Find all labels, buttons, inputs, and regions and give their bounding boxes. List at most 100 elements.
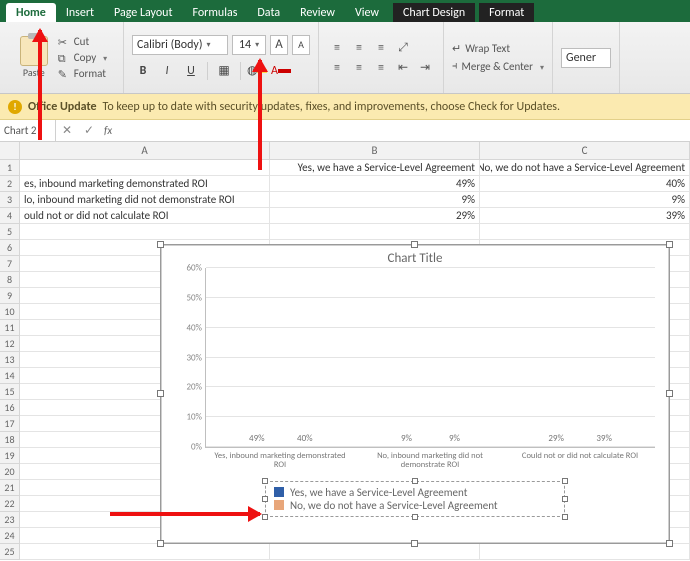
cell[interactable]: 29% [270,208,480,224]
name-box[interactable]: Chart 2 [0,120,56,141]
row-header[interactable]: 8 [0,272,20,288]
cell[interactable]: Yes, we have a Service-Level Agreement [270,160,480,176]
row-header[interactable]: 14 [0,368,20,384]
row-header[interactable]: 5 [0,224,20,240]
row-header[interactable]: 23 [0,512,20,528]
tab-formulas[interactable]: Formulas [182,3,247,22]
tab-insert[interactable]: Insert [56,3,104,22]
row-header[interactable]: 18 [0,432,20,448]
col-header-a[interactable]: A [20,142,270,160]
increase-indent-button[interactable]: ⇥ [415,59,435,77]
row-header[interactable]: 17 [0,416,20,432]
merge-center-button[interactable]: ⫞Merge & Center [452,59,544,73]
align-left-button[interactable]: ≡ [327,59,347,77]
cell[interactable]: 9% [270,192,480,208]
col-header-c[interactable]: C [480,142,690,160]
cut-button[interactable]: ✂Cut [56,34,109,49]
align-bottom-button[interactable]: ≡ [371,39,391,57]
row-header[interactable]: 22 [0,496,20,512]
format-painter-button[interactable]: ✎Format [56,66,109,81]
tab-home[interactable]: Home [6,3,56,22]
row-header[interactable]: 10 [0,304,20,320]
cell[interactable] [270,544,480,560]
resize-handle[interactable] [262,496,268,502]
fx-label[interactable]: fx [100,124,116,137]
resize-handle[interactable] [562,478,568,484]
cell[interactable] [20,160,270,176]
resize-handle[interactable] [412,478,418,484]
cell[interactable] [480,544,690,560]
tab-review[interactable]: Review [290,3,345,22]
row-header[interactable]: 6 [0,240,20,256]
col-header-b[interactable]: B [270,142,480,160]
cell[interactable]: es, inbound marketing demonstrated ROI [20,176,270,192]
resize-handle[interactable] [412,514,418,520]
resize-handle[interactable] [562,496,568,502]
tab-data[interactable]: Data [247,3,290,22]
cell[interactable]: lo, inbound marketing did not demonstrat… [20,192,270,208]
cell[interactable] [20,224,270,240]
cell[interactable]: 9% [480,192,690,208]
copy-button[interactable]: ⧉Copy [56,50,109,65]
tab-format[interactable]: Format [479,3,534,22]
resize-handle[interactable] [157,390,164,397]
worksheet[interactable]: A B C 1234567891011121314151617181920212… [0,142,690,561]
row-header[interactable]: 1 [0,160,20,176]
decrease-indent-button[interactable]: ⇤ [393,59,413,77]
align-center-button[interactable]: ≡ [349,59,369,77]
resize-handle[interactable] [262,514,268,520]
cell[interactable]: 49% [270,176,480,192]
row-header[interactable]: 15 [0,384,20,400]
align-right-button[interactable]: ≡ [371,59,391,77]
row-headers[interactable]: 1234567891011121314151617181920212223242… [0,160,20,560]
cell[interactable] [20,544,270,560]
bold-button[interactable]: B [132,61,154,81]
row-header[interactable]: 2 [0,176,20,192]
borders-button[interactable]: ▦ [213,61,235,81]
row-header[interactable]: 9 [0,288,20,304]
resize-handle[interactable] [262,478,268,484]
cell[interactable] [480,224,690,240]
row-header[interactable]: 13 [0,352,20,368]
column-headers[interactable]: A B C [20,142,690,160]
resize-handle[interactable] [666,241,673,248]
number-format-dropdown[interactable]: Gener [561,48,611,68]
resize-handle[interactable] [157,540,164,547]
paste-button[interactable]: Paste [14,36,54,79]
font-name-dropdown[interactable]: Calibri (Body)▾ [132,35,228,55]
resize-handle[interactable] [157,241,164,248]
resize-handle[interactable] [411,241,418,248]
underline-button[interactable]: U [180,61,202,81]
row-header[interactable]: 11 [0,320,20,336]
cell[interactable]: 39% [480,208,690,224]
resize-handle[interactable] [666,540,673,547]
enter-fx-button[interactable]: ✓ [78,123,100,138]
resize-handle[interactable] [562,514,568,520]
cancel-fx-button[interactable]: ✕ [56,123,78,138]
row-header[interactable]: 21 [0,480,20,496]
tab-view[interactable]: View [345,3,389,22]
row-header[interactable]: 7 [0,256,20,272]
cell[interactable] [270,224,480,240]
font-color-button[interactable]: A [270,61,292,81]
row-header[interactable]: 19 [0,448,20,464]
orientation-button[interactable]: ⤢ [393,39,413,57]
select-all-corner[interactable] [0,142,20,160]
font-size-dropdown[interactable]: 14▾ [232,35,266,55]
italic-button[interactable]: I [156,61,178,81]
cell[interactable]: ould not or did not calculate ROI [20,208,270,224]
decrease-font-button[interactable]: A [292,35,310,55]
row-header[interactable]: 25 [0,544,20,560]
row-header[interactable]: 24 [0,528,20,544]
embedded-chart[interactable]: Chart Title 0%10%20%30%40%50%60%49%40%9%… [160,244,670,544]
row-header[interactable]: 4 [0,208,20,224]
row-header[interactable]: 12 [0,336,20,352]
chart-plot-area[interactable]: 0%10%20%30%40%50%60%49%40%9%9%29%39% [205,268,655,448]
align-top-button[interactable]: ≡ [327,39,347,57]
resize-handle[interactable] [411,540,418,547]
align-middle-button[interactable]: ≡ [349,39,369,57]
chart-title[interactable]: Chart Title [161,245,669,268]
row-header[interactable]: 3 [0,192,20,208]
row-header[interactable]: 20 [0,464,20,480]
cell[interactable]: No, we do not have a Service-Level Agree… [480,160,690,176]
